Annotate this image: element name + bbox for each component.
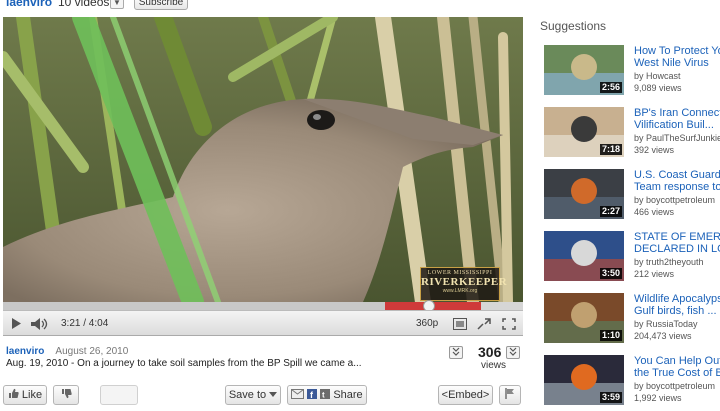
suggestion-author: by boycottpetroleum [634, 195, 716, 205]
suggestion-item[interactable]: 7:18 BP's Iran Connect Vilification Buil..… [542, 107, 720, 165]
email-icon [291, 388, 305, 402]
suggestion-views: 466 views [634, 207, 675, 217]
suggestion-author: by RussiaToday [634, 319, 698, 329]
suggestion-title-link[interactable]: STATE OF EMER DECLARED IN LO [634, 231, 720, 255]
suggestion-title-line1: You Can Help Out [634, 355, 720, 367]
quality-selector[interactable]: 360p [416, 311, 438, 336]
expand-player-icon[interactable] [475, 311, 493, 336]
suggestion-item[interactable]: 2:27 U.S. Coast Guard Team response to by b… [542, 169, 720, 227]
suggestion-author: by PaulTheSurfJunkie [634, 133, 720, 143]
suggestion-views: 9,089 views [634, 83, 682, 93]
suggestions-header: Suggestions [540, 19, 607, 33]
suggestion-author: by boycottpetroleum [634, 381, 716, 391]
video-description: Aug. 19, 2010 - On a journey to take soi… [6, 358, 362, 369]
watermark-line3: www.LMRK.org [442, 288, 478, 294]
suggestion-thumbnail[interactable]: 3:50 [544, 231, 624, 281]
suggestion-title-line2: West Nile Virus [634, 57, 709, 69]
embed-button[interactable]: <Embed> [438, 385, 493, 405]
twitter-icon: t [320, 388, 331, 402]
view-count-label: views [481, 360, 507, 371]
suggestion-thumbnail[interactable]: 2:56 [544, 45, 624, 95]
subscribe-button[interactable]: Subscribe [134, 0, 188, 10]
suggestion-title-line2: Gulf birds, fish ... [634, 305, 717, 317]
video-count: 10 videos [58, 0, 110, 9]
suggestion-item[interactable]: 2:56 How To Protect Yo West Nile Virus by H… [542, 45, 720, 103]
channel-bar: laenviro 10 videos ▼ Subscribe [0, 0, 540, 16]
suggestion-thumbnail[interactable]: 1:10 [544, 293, 624, 343]
share-label: Share [333, 389, 363, 401]
suggestion-title-line1: BP's Iran Connect [634, 107, 720, 119]
suggestion-author: by truth2theyouth [634, 257, 704, 267]
stats-expand-icon[interactable] [506, 346, 520, 359]
popout-icon[interactable] [451, 311, 469, 336]
suggestion-thumbnail[interactable]: 2:27 [544, 169, 624, 219]
thumbs-up-icon [8, 388, 19, 402]
suggestion-views: 212 views [634, 269, 675, 279]
fullscreen-icon[interactable] [500, 311, 518, 336]
suggestion-title-line1: Wildlife Apocalyps [634, 293, 720, 305]
suggestion-title-line2: DECLARED IN LO [634, 243, 720, 255]
upload-date: August 26, 2010 [55, 346, 129, 357]
suggestion-title-link[interactable]: BP's Iran Connect Vilification Buil... [634, 107, 720, 131]
suggestion-duration: 2:27 [599, 206, 622, 217]
suggestion-title-link[interactable]: Wildlife Apocalyps Gulf birds, fish ... [634, 293, 720, 317]
svg-text:t: t [322, 390, 325, 399]
suggestion-title-link[interactable]: U.S. Coast Guard Team response to [634, 169, 720, 193]
view-count: 306 [478, 344, 502, 360]
suggestion-title-link[interactable]: You Can Help Out the True Cost of B [634, 355, 720, 379]
rating-bar [100, 385, 138, 405]
suggestion-title-line1: U.S. Coast Guard [634, 169, 720, 181]
suggestion-title-line2: Vilification Buil... [634, 119, 714, 131]
flag-button[interactable] [499, 385, 521, 405]
share-button[interactable]: f t Share [287, 385, 367, 405]
video-meta: laenviro August 26, 2010 [6, 345, 456, 357]
play-icon[interactable] [7, 311, 25, 336]
riverkeeper-watermark: LOWER MISSISSIPPI RIVERKEEPER www.LMRK.o… [420, 267, 508, 301]
like-button[interactable]: Like [3, 385, 47, 405]
facebook-icon: f [307, 388, 318, 402]
progress-bar[interactable] [3, 300, 523, 312]
suggestion-thumbnail[interactable]: 3:59 [544, 355, 624, 405]
suggestion-title-line2: Team response to [634, 181, 720, 193]
suggestion-title-line2: the True Cost of B [634, 367, 720, 379]
suggestion-title-link[interactable]: How To Protect Yo West Nile Virus [634, 45, 720, 69]
suggestion-duration: 2:56 [599, 82, 622, 93]
channel-name-link[interactable]: laenviro [6, 0, 52, 9]
suggestion-thumbnail[interactable]: 7:18 [544, 107, 624, 157]
save-to-button[interactable]: Save to [225, 385, 281, 405]
video-player[interactable]: LOWER MISSISSIPPI RIVERKEEPER www.LMRK.o… [3, 17, 523, 302]
chevron-down-icon [269, 389, 278, 401]
volume-icon[interactable] [29, 311, 51, 336]
suggestion-title-line1: How To Protect Yo [634, 45, 720, 57]
player-controls: 3:21 / 4:04 360p [3, 310, 523, 336]
suggestion-views: 204,473 views [634, 331, 692, 341]
suggestion-views: 1,992 views [634, 393, 682, 403]
save-to-label: Save to [228, 389, 267, 401]
uploader-link[interactable]: laenviro [6, 346, 44, 357]
suggestion-duration: 3:59 [599, 392, 622, 403]
suggestion-item[interactable]: 1:10 Wildlife Apocalyps Gulf birds, fish .… [542, 293, 720, 351]
progress-played [3, 302, 430, 310]
expand-description-icon[interactable] [449, 346, 463, 359]
like-label: Like [21, 389, 43, 401]
flag-icon [505, 388, 515, 402]
suggestion-duration: 7:18 [599, 144, 622, 155]
thumbs-down-icon [61, 388, 72, 402]
suggestion-duration: 3:50 [599, 268, 622, 279]
video-count-dropdown-icon[interactable]: ▼ [110, 0, 124, 9]
dislike-button[interactable] [53, 385, 79, 405]
suggestion-author: by Howcast [634, 71, 681, 81]
suggestion-title-line1: STATE OF EMER [634, 231, 720, 243]
watermark-line2: RIVERKEEPER [421, 276, 508, 288]
suggestion-duration: 1:10 [599, 330, 622, 341]
suggestion-item[interactable]: 3:50 STATE OF EMER DECLARED IN LO by truth2… [542, 231, 720, 289]
time-display: 3:21 / 4:04 [61, 318, 109, 329]
video-frame-bird [3, 17, 523, 302]
suggestion-item[interactable]: 3:59 You Can Help Out the True Cost of B by… [542, 355, 720, 411]
suggestion-views: 392 views [634, 145, 675, 155]
